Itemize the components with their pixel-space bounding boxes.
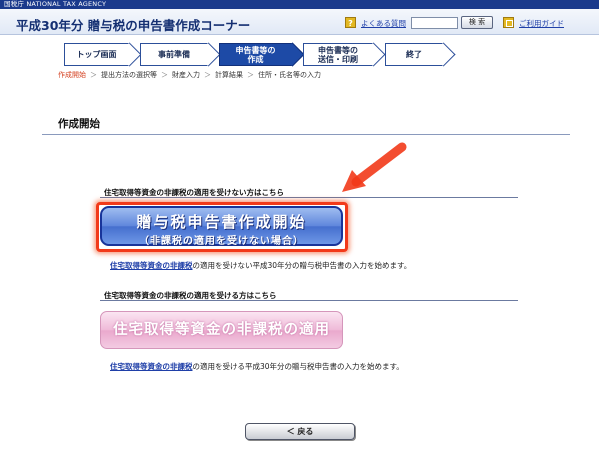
step-label: トップ画面 bbox=[76, 50, 117, 59]
breadcrumb: 作成開始 ＞ 提出方法の選択等 ＞ 財産入力 ＞ 計算結果 ＞ 住所・氏名等の入力 bbox=[58, 70, 321, 80]
divider bbox=[100, 300, 518, 301]
back-button[interactable]: ＜ 戻る bbox=[245, 423, 355, 440]
agency-bar: 国税庁 NATIONAL TAX AGENCY bbox=[0, 0, 599, 9]
nonexempt-info-link[interactable]: 住宅取得等資金の非課税 bbox=[110, 261, 193, 270]
step-label: 事前準備 bbox=[158, 50, 190, 59]
start-exempt-return-button[interactable]: 住宅取得等資金の非課税の適用 bbox=[100, 311, 343, 349]
breadcrumb-item: 提出方法の選択等 bbox=[101, 71, 157, 79]
breadcrumb-separator: ＞ bbox=[204, 71, 211, 79]
red-arrow-icon bbox=[338, 142, 408, 197]
breadcrumb-item: 住所・氏名等の入力 bbox=[258, 71, 321, 79]
question-mark-icon[interactable]: ? bbox=[345, 17, 356, 28]
app-title: 平成30年分 贈与税の申告書作成コーナー bbox=[16, 18, 251, 33]
divider bbox=[42, 134, 570, 135]
step-finish: 終了 bbox=[385, 43, 443, 66]
step-label-line2: 送信・印刷 bbox=[318, 54, 358, 64]
nonexempt-description: 住宅取得等資金の非課税の適用を受けない平成30年分の贈与税申告書の入力を始めます… bbox=[110, 260, 411, 271]
breadcrumb-separator: ＞ bbox=[161, 71, 168, 79]
guide-link[interactable]: ご利用ガイド bbox=[519, 18, 564, 29]
step-create-return: 申告書等の 作成 bbox=[219, 43, 292, 66]
step-label: 終了 bbox=[406, 50, 422, 59]
breadcrumb-current: 作成開始 bbox=[58, 71, 86, 79]
header: 平成30年分 贈与税の申告書作成コーナー ? よくある質問 検 索 ご利用ガイド bbox=[0, 9, 599, 35]
annotation-highlight bbox=[96, 202, 348, 252]
search-input[interactable] bbox=[411, 17, 458, 29]
breadcrumb-separator: ＞ bbox=[247, 71, 254, 79]
step-preparation: 事前準備 bbox=[140, 43, 208, 66]
section-title: 作成開始 bbox=[58, 118, 100, 130]
step-label-line1: 申告書等の bbox=[235, 45, 276, 55]
step-label-line1: 申告書等の bbox=[318, 45, 358, 55]
breadcrumb-item: 財産入力 bbox=[172, 71, 200, 79]
breadcrumb-separator: ＞ bbox=[90, 71, 97, 79]
step-submit-print: 申告書等の 送信・印刷 bbox=[303, 43, 373, 66]
agency-label: 国税庁 NATIONAL TAX AGENCY bbox=[4, 0, 107, 8]
step-top-screen: トップ画面 bbox=[64, 43, 129, 66]
nonexempt-description-text: の適用を受けない平成30年分の贈与税申告書の入力を始めます。 bbox=[192, 261, 412, 270]
exempt-info-link[interactable]: 住宅取得等資金の非課税 bbox=[110, 362, 193, 371]
step-label-line2: 作成 bbox=[247, 54, 264, 64]
search-button[interactable]: 検 索 bbox=[461, 16, 493, 29]
divider bbox=[100, 197, 518, 198]
exempt-description-text: の適用を受ける平成30年分の贈与税申告書の入力を始めます。 bbox=[192, 362, 404, 371]
breadcrumb-item: 計算結果 bbox=[215, 71, 243, 79]
exempt-description: 住宅取得等資金の非課税の適用を受ける平成30年分の贈与税申告書の入力を始めます。 bbox=[110, 361, 404, 372]
faq-link[interactable]: よくある質問 bbox=[361, 18, 406, 29]
guide-book-icon[interactable] bbox=[503, 17, 514, 28]
